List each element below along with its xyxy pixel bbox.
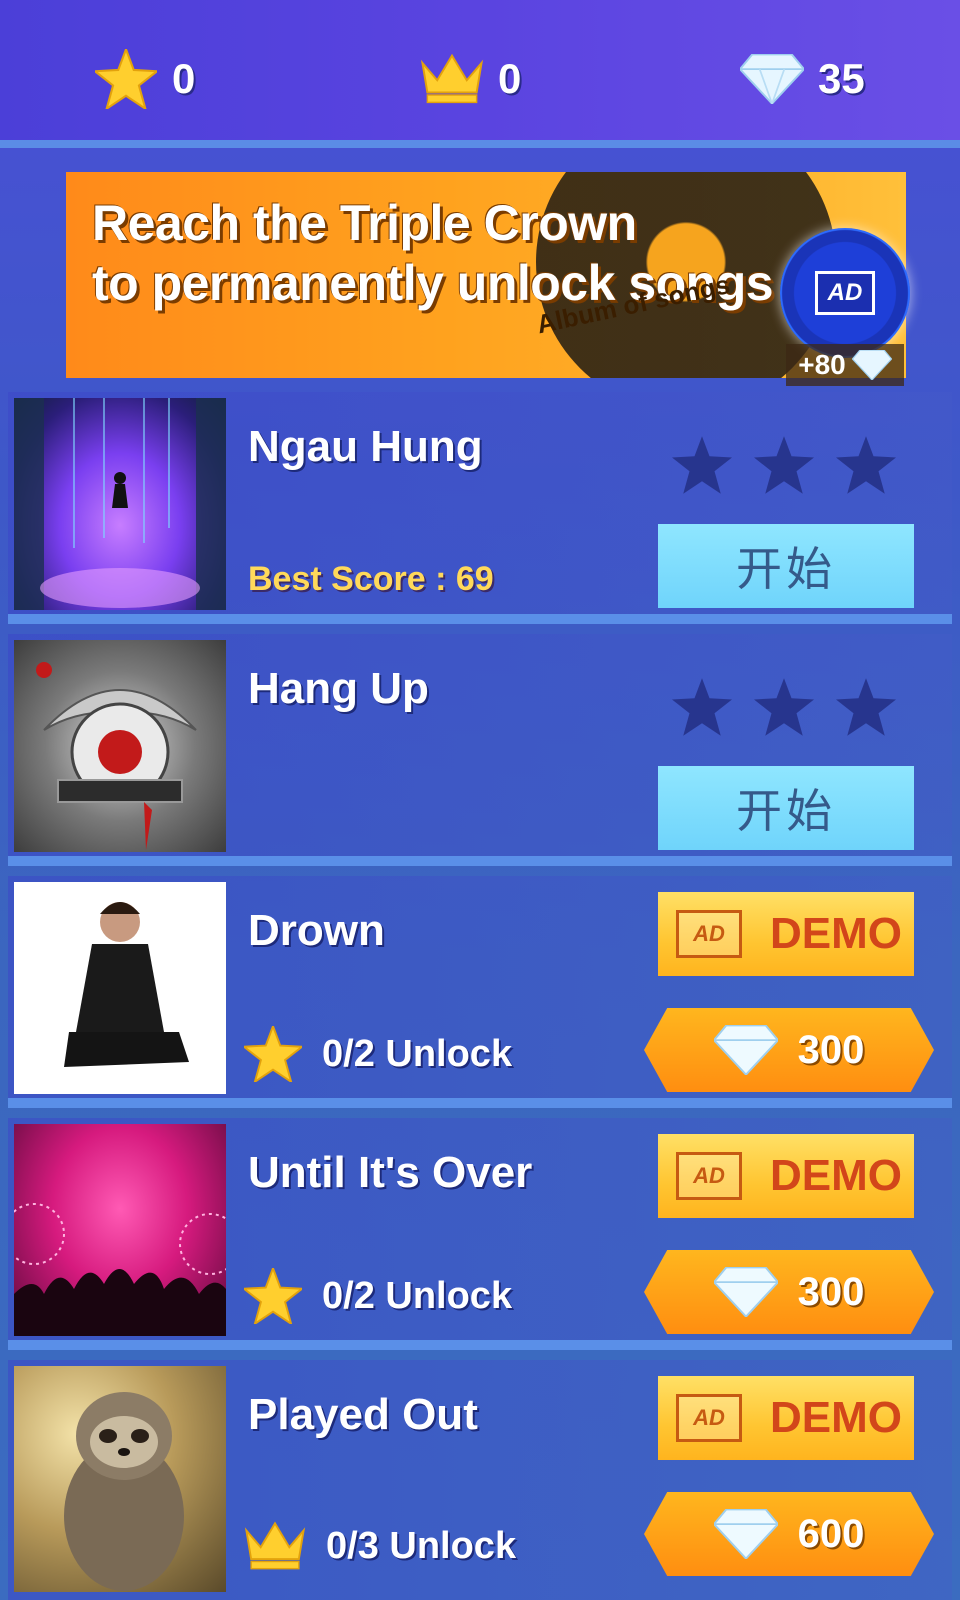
- demo-label: DEMO: [770, 909, 902, 958]
- top-stats-bar: 0 0 35: [0, 0, 960, 148]
- banner-line-1: Reach the Triple Crown: [92, 195, 637, 251]
- song-title: Ngau Hung: [248, 422, 483, 471]
- diamond-icon: [713, 1025, 778, 1075]
- song-cover-image: [14, 640, 226, 852]
- start-button[interactable]: 开始: [658, 524, 914, 608]
- star-icon: [244, 1026, 302, 1082]
- buy-with-gems-button[interactable]: 300: [644, 1008, 934, 1092]
- diamond-icon: [851, 350, 892, 380]
- ad-film-icon: AD: [676, 910, 742, 958]
- gems-counter: 35: [740, 44, 865, 114]
- song-title: Until It's Over: [248, 1148, 533, 1197]
- song-row: Played Out 0/3 Unlock AD DEMO 600: [8, 1360, 952, 1600]
- start-button[interactable]: 开始: [658, 766, 914, 850]
- ad-label: AD: [693, 921, 725, 946]
- ad-film-icon: AD: [676, 1152, 742, 1200]
- crowns-counter: 0: [420, 44, 521, 114]
- song-cover-image: [14, 1124, 226, 1336]
- diamond-icon: [740, 47, 804, 111]
- song-row: Drown 0/2 Unlock AD DEMO 300: [8, 876, 952, 1108]
- star-icon: [836, 678, 896, 736]
- song-title: Hang Up: [248, 664, 429, 713]
- stars-count: 0: [172, 55, 196, 102]
- ad-reward-amount: +80: [798, 349, 846, 380]
- ad-label: AD: [693, 1163, 725, 1188]
- demo-label: DEMO: [770, 1151, 902, 1200]
- star-icon: [754, 678, 814, 736]
- gem-price: 300: [797, 1027, 865, 1072]
- song-row: Hang Up 开始: [8, 634, 952, 866]
- ad-film-icon: AD: [676, 1394, 742, 1442]
- unlock-text: 0/2 Unlock: [322, 1274, 513, 1317]
- gems-count: 35: [818, 55, 865, 102]
- star-rating: [672, 436, 896, 494]
- crown-icon: [244, 1521, 306, 1570]
- song-title: Played Out: [248, 1390, 478, 1439]
- unlock-progress: 0/2 Unlock: [244, 1268, 512, 1324]
- star-icon: [754, 436, 814, 494]
- demo-label: DEMO: [770, 1393, 902, 1442]
- song-cover-image: [14, 1366, 226, 1592]
- ad-label: AD: [827, 279, 863, 306]
- unlock-progress: 0/3 Unlock: [244, 1520, 516, 1572]
- best-score: Best Score : 69: [248, 560, 494, 598]
- demo-button[interactable]: AD DEMO: [658, 892, 914, 976]
- star-rating: [672, 678, 896, 736]
- demo-button[interactable]: AD DEMO: [658, 1134, 914, 1218]
- song-cover-image: [14, 398, 226, 610]
- star-icon: [244, 1268, 302, 1324]
- ad-film-icon: AD: [815, 271, 875, 315]
- stars-counter: 0: [94, 44, 195, 114]
- unlock-progress: 0/2 Unlock: [244, 1026, 512, 1082]
- crowns-count: 0: [498, 55, 522, 102]
- ad-reward-badge: +80: [786, 344, 904, 386]
- star-icon: [672, 678, 732, 736]
- buy-with-gems-button[interactable]: 300: [644, 1250, 934, 1334]
- unlock-text: 0/2 Unlock: [322, 1032, 513, 1075]
- star-icon: [94, 47, 158, 111]
- demo-button[interactable]: AD DEMO: [658, 1376, 914, 1460]
- triple-crown-banner[interactable]: Reach the Triple Crown to permanently un…: [66, 172, 906, 378]
- song-row: Ngau Hung Best Score : 69 开始: [8, 392, 952, 624]
- unlock-text: 0/3 Unlock: [326, 1524, 517, 1567]
- star-icon: [672, 436, 732, 494]
- diamond-icon: [713, 1509, 778, 1559]
- gem-price: 300: [797, 1269, 865, 1314]
- star-icon: [836, 436, 896, 494]
- song-cover-image: [14, 882, 226, 1094]
- buy-with-gems-button[interactable]: 600: [644, 1492, 934, 1576]
- gem-price: 600: [797, 1511, 865, 1556]
- diamond-icon: [713, 1267, 778, 1317]
- ad-label: AD: [693, 1405, 725, 1430]
- watch-ad-button[interactable]: AD: [780, 228, 910, 358]
- crown-icon: [420, 47, 484, 111]
- song-title: Drown: [248, 906, 385, 955]
- song-row: Until It's Over 0/2 Unlock AD DEMO 300: [8, 1118, 952, 1350]
